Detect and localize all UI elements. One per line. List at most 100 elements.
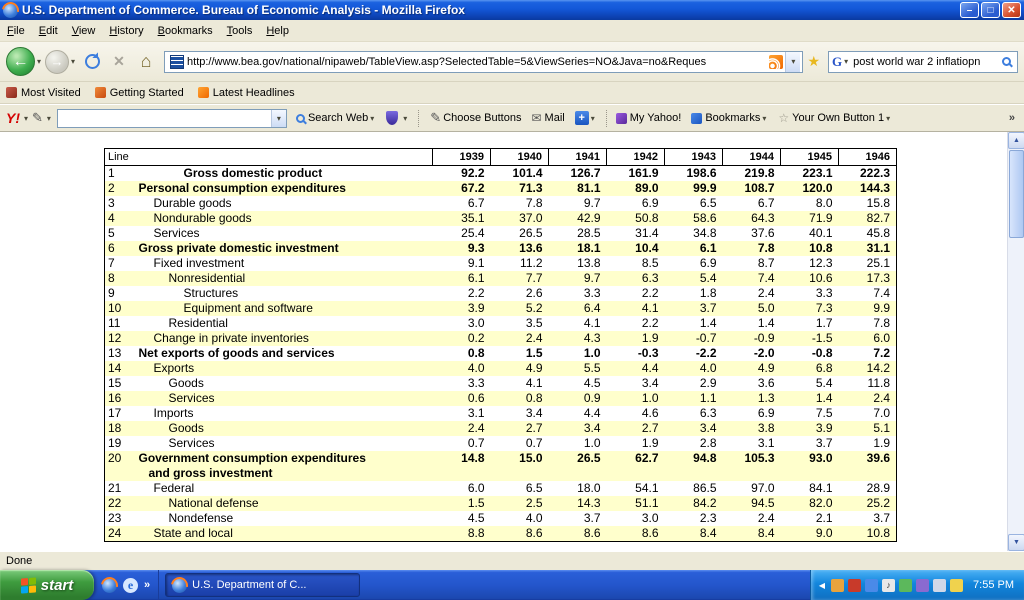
volume-tray-icon[interactable]: ♪ [882,578,896,592]
row-value: 2.4 [873,391,890,405]
bookmarks-icon [691,112,703,124]
row-value: 3.1 [757,436,775,450]
menu-edit[interactable]: Edit [32,22,65,40]
rss-feed-icon[interactable] [769,54,784,69]
row-value: 6.9 [641,196,659,210]
url-input[interactable] [187,55,768,68]
reload-button[interactable] [80,50,104,74]
scrollbar-thumb[interactable] [1009,150,1024,238]
scroll-down-icon[interactable]: ▼ [1008,534,1024,551]
yahoo-search-input[interactable] [57,112,271,124]
yahoo-logo-icon[interactable]: Y! [6,110,20,126]
row-value: -0.7 [695,331,717,345]
add-button[interactable]: + ▾ [574,111,597,125]
vertical-scrollbar[interactable]: ▲ ▼ [1007,132,1024,551]
row-value: 0.2 [467,331,485,345]
bookmarks-dropdown-icon: ▾ [762,113,767,123]
row-value: 64.3 [751,211,775,225]
table-row: 11 Residential 3.0 3.5 4.1 2.2 1.4 1.4 1.7 7.8 [105,316,897,331]
row-value: 1.5 [525,346,543,360]
row-value: -2.0 [753,346,775,360]
menu-tools[interactable]: Tools [220,22,260,40]
row-value: 2.4 [757,511,775,525]
choose-buttons-button[interactable]: ✎ Choose Buttons [428,110,521,126]
row-value: 28.9 [866,481,890,495]
power-tray-icon[interactable] [950,578,964,592]
quicklaunch-overflow-chevron[interactable]: » [144,579,150,591]
yahoo-dropdown-icon[interactable]: ▾ [24,114,28,123]
quick-launch-bar: e » [94,570,160,600]
menu-history[interactable]: History [102,22,150,40]
menu-bar: File Edit View History Bookmarks Tools H… [0,20,1024,42]
scroll-up-icon[interactable]: ▲ [1008,132,1024,149]
pencil-dropdown-icon[interactable]: ▾ [47,114,51,123]
web-search-box[interactable]: G ▾ [828,50,1018,73]
update-tray-icon[interactable] [899,578,913,592]
network-tray-icon[interactable] [933,578,947,592]
row-value: 15.0 [519,451,543,465]
row-label: National defense [168,496,259,510]
back-button[interactable]: ← [6,47,35,76]
row-value: 219.8 [744,166,775,180]
home-button[interactable]: ⌂ [134,50,158,74]
yahoo-search-dropdown[interactable]: ▾ [270,109,286,127]
menu-bookmarks[interactable]: Bookmarks [151,22,220,40]
search-input[interactable] [853,55,1002,68]
bookmark-getting-started[interactable]: Getting Started [94,87,184,99]
row-value: 7.8 [873,316,890,330]
back-dropdown-icon[interactable]: ▾ [37,57,41,66]
hide-tray-icons-chevron[interactable]: ◀ [819,581,825,590]
row-value: 8.4 [757,526,775,540]
bookmark-most-visited[interactable]: Most Visited [6,87,81,99]
yahoo-search-box[interactable]: ▾ [56,108,287,128]
stop-button[interactable]: ✕ [107,50,131,74]
engine-dropdown-icon[interactable]: ▾ [844,57,848,66]
toolbar-separator [605,109,607,127]
row-value: 35.1 [461,211,485,225]
menu-view[interactable]: View [65,22,103,40]
my-yahoo-button[interactable]: My Yahoo! [615,112,681,124]
search-web-dropdown-icon: ▾ [370,113,375,123]
forward-button[interactable]: → [45,49,70,74]
menu-file[interactable]: File [0,22,32,40]
row-value: 86.5 [693,481,717,495]
mail-button[interactable]: ✉ Mail [531,111,564,125]
table-header-row: Line 1939 1940 1941 1942 1943 1944 1945 1946 [104,148,897,166]
bookmarks-toolbar: Most Visited Getting Started Latest Head… [0,82,1024,104]
url-history-dropdown[interactable]: ▾ [785,51,801,72]
taskbar-window-button[interactable]: U.S. Department of C... [165,573,361,597]
your-own-button[interactable]: ☆ Your Own Button 1 ▾ [778,111,892,125]
firefox-quicklaunch-icon[interactable] [102,577,117,593]
yahoo-bookmarks-button[interactable]: Bookmarks ▾ [691,112,768,124]
security-tray-icon[interactable] [848,578,862,592]
google-engine-icon[interactable]: G [832,54,842,70]
title-bar[interactable]: U.S. Department of Commerce. Bureau of E… [0,0,1024,20]
search-go-icon[interactable] [1002,57,1011,66]
bookmark-star-icon[interactable]: ★ [807,53,820,70]
forward-dropdown-icon[interactable]: ▾ [71,57,75,66]
menu-help[interactable]: Help [259,22,296,40]
row-value: 3.7 [815,436,833,450]
firefox-icon [3,2,18,18]
address-bar[interactable]: ▾ [164,50,804,73]
messenger-tray-icon[interactable] [865,578,879,592]
maximize-button[interactable]: □ [981,2,1000,18]
row-value: 101.4 [512,166,543,180]
device-tray-icon[interactable] [916,578,930,592]
row-value: 4.4 [583,406,601,420]
row-value: 10.8 [866,526,890,540]
toolbar-overflow-chevron[interactable]: » [1006,112,1018,124]
table-row: 22 National defense 1.5 2.5 14.3 51.1 84.2 94.5… [104,496,897,511]
antispy-shield-button[interactable]: ▾ [386,111,409,125]
windows-logo-icon [20,576,36,594]
search-web-button[interactable]: Search Web ▾ [295,112,376,124]
bookmark-latest-headlines[interactable]: Latest Headlines [197,87,295,99]
pencil-icon[interactable]: ✎ [32,110,43,126]
minimize-button[interactable]: – [960,2,979,18]
ie-quicklaunch-icon[interactable]: e [123,577,138,593]
start-button[interactable]: start [0,570,94,600]
row-value: 9.0 [815,526,833,540]
alert-tray-icon[interactable] [831,578,845,592]
status-text: Done [6,555,33,567]
close-button[interactable]: ✕ [1002,2,1021,18]
